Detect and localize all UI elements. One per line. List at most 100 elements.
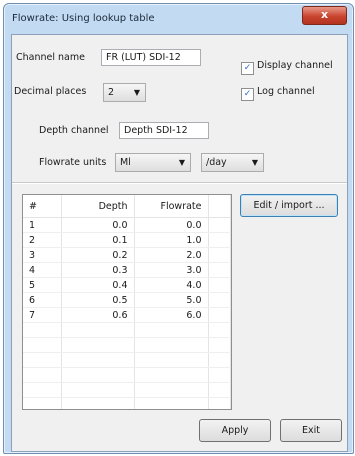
table-cell-filler (208, 352, 231, 368)
table-cell[interactable] (134, 322, 209, 338)
table-row[interactable]: 2 0.1 1.0 (23, 232, 231, 248)
table-cell[interactable]: 2 (23, 232, 62, 248)
display-channel-label: Display channel (257, 60, 333, 71)
table-cell-filler (208, 217, 231, 233)
table-cell-filler (208, 262, 231, 278)
table-cell[interactable]: 1 (23, 217, 62, 233)
table-cell[interactable]: 0.5 (61, 292, 135, 308)
table-cell[interactable] (134, 337, 209, 353)
dialog-client-area: Channel name FR (LUT) SDI-12 Decimal pla… (11, 34, 348, 452)
table-cell[interactable]: 0.4 (61, 277, 135, 293)
table-cell[interactable]: 0.0 (61, 217, 135, 233)
table-cell[interactable] (23, 382, 62, 398)
table-cell[interactable] (134, 397, 209, 409)
table-cell[interactable]: 6.0 (134, 307, 209, 323)
table-cell-filler (208, 232, 231, 248)
log-channel-label: Log channel (257, 86, 315, 97)
table-cell[interactable] (23, 367, 62, 383)
table-cell[interactable]: 1.0 (134, 232, 209, 248)
column-header[interactable]: Flowrate (134, 195, 209, 218)
title-bar[interactable]: Flowrate: Using lookup table x (4, 4, 353, 32)
check-icon: ✓ (241, 62, 254, 75)
table-row[interactable]: 7 0.6 6.0 (23, 307, 231, 323)
table-row[interactable] (23, 367, 231, 383)
table-cell-filler (208, 397, 231, 409)
table-row[interactable]: 5 0.4 4.0 (23, 277, 231, 293)
column-header[interactable]: # (23, 195, 62, 218)
depth-channel-label: Depth channel (39, 125, 109, 136)
table-cell-filler (208, 292, 231, 308)
table-cell[interactable]: 0.0 (134, 217, 209, 233)
table-row[interactable] (23, 352, 231, 368)
table-cell-filler (208, 247, 231, 263)
table-cell[interactable]: 0.3 (61, 262, 135, 278)
table-body: 1 0.0 0.0 2 0.1 1.0 3 0.2 2.0 4 0.3 3.0 5 0.4 4.0 6 0.5 5… (23, 217, 231, 409)
table-cell[interactable] (61, 322, 135, 338)
table-cell[interactable] (23, 352, 62, 368)
lookup-table[interactable]: # Depth Flowrate 1 0.0 0.0 2 0.1 1.0 3 0.2 2.0 4 0… (22, 194, 232, 410)
close-icon: x (320, 8, 329, 21)
chevron-down-icon: ▼ (178, 158, 185, 167)
log-channel-checkbox[interactable]: ✓ Log channel (241, 86, 315, 101)
dialog-window: Flowrate: Using lookup table x Channel n… (3, 3, 354, 454)
table-cell[interactable] (134, 382, 209, 398)
exit-button[interactable]: Exit (280, 419, 342, 442)
table-cell[interactable] (23, 337, 62, 353)
table-cell[interactable] (61, 352, 135, 368)
table-cell[interactable] (61, 382, 135, 398)
chevron-down-icon: ▼ (133, 88, 140, 97)
table-cell[interactable]: 5 (23, 277, 62, 293)
column-header[interactable]: Depth (61, 195, 135, 218)
table-cell-filler (208, 322, 231, 338)
table-cell[interactable]: 4 (23, 262, 62, 278)
table-cell[interactable] (23, 397, 62, 409)
table-cell[interactable]: 3.0 (134, 262, 209, 278)
table-cell[interactable] (134, 352, 209, 368)
table-cell-filler (208, 367, 231, 383)
flowrate-volume-value: Ml (120, 157, 131, 168)
table-cell[interactable]: 2.0 (134, 247, 209, 263)
flowrate-volume-select[interactable]: Ml ▼ (115, 153, 191, 172)
table-cell[interactable]: 3 (23, 247, 62, 263)
check-icon: ✓ (241, 88, 254, 101)
column-header-filler (208, 195, 231, 218)
depth-channel-input[interactable]: Depth SDI-12 (119, 122, 209, 139)
table-cell-filler (208, 277, 231, 293)
apply-button[interactable]: Apply (199, 419, 271, 442)
table-cell[interactable] (134, 367, 209, 383)
table-row[interactable] (23, 382, 231, 398)
table-row[interactable] (23, 337, 231, 353)
table-cell[interactable] (61, 367, 135, 383)
table-cell[interactable]: 0.2 (61, 247, 135, 263)
table-header-row: # Depth Flowrate (23, 195, 231, 218)
flowrate-per-value: /day (206, 157, 227, 168)
flowrate-units-label: Flowrate units (39, 157, 107, 168)
table-cell[interactable]: 4.0 (134, 277, 209, 293)
decimal-places-label: Decimal places (14, 86, 87, 97)
edit-import-button[interactable]: Edit / import ... (240, 194, 338, 217)
decimal-places-select[interactable]: 2 ▼ (103, 83, 146, 102)
table-cell-filler (208, 307, 231, 323)
table-row[interactable]: 4 0.3 3.0 (23, 262, 231, 278)
table-row[interactable]: 6 0.5 5.0 (23, 292, 231, 308)
window-title: Flowrate: Using lookup table (12, 13, 155, 24)
table-row[interactable]: 3 0.2 2.0 (23, 247, 231, 263)
table-row[interactable]: 1 0.0 0.0 (23, 217, 231, 233)
channel-name-input[interactable]: FR (LUT) SDI-12 (101, 49, 201, 66)
chevron-down-icon: ▼ (251, 158, 258, 167)
table-cell[interactable]: 7 (23, 307, 62, 323)
close-button[interactable]: x (302, 6, 347, 25)
table-cell[interactable]: 0.1 (61, 232, 135, 248)
divider (12, 182, 347, 184)
display-channel-checkbox[interactable]: ✓ Display channel (241, 60, 333, 75)
table-row[interactable] (23, 322, 231, 338)
table-cell[interactable]: 6 (23, 292, 62, 308)
table-cell-filler (208, 382, 231, 398)
table-row[interactable] (23, 397, 231, 409)
table-cell[interactable]: 5.0 (134, 292, 209, 308)
table-cell[interactable] (61, 337, 135, 353)
table-cell[interactable]: 0.6 (61, 307, 135, 323)
table-cell[interactable] (61, 397, 135, 409)
table-cell[interactable] (23, 322, 62, 338)
flowrate-per-select[interactable]: /day ▼ (201, 153, 264, 172)
